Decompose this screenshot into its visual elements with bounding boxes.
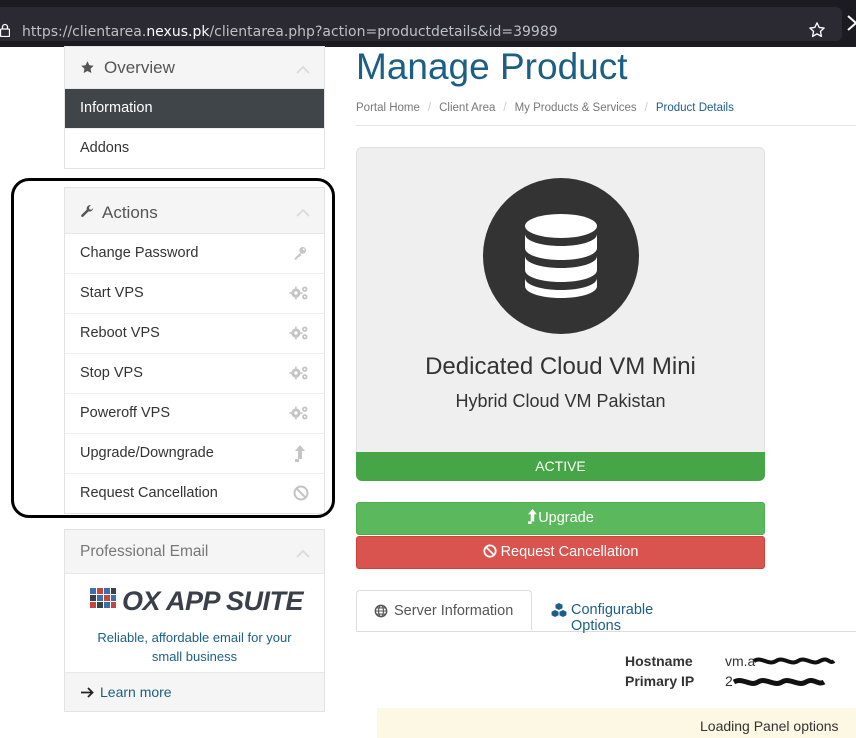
product-name: Dedicated Cloud VM Mini	[425, 353, 696, 380]
cubes-icon	[551, 603, 567, 621]
tab-server-information[interactable]: Server Information	[356, 590, 532, 631]
url-text[interactable]: https://clientarea.nexus.pk/clientarea.p…	[22, 24, 558, 40]
hostname-value: vm.a	[725, 653, 756, 669]
learn-more-label: Learn more	[100, 684, 172, 700]
url-host: nexus.pk	[146, 24, 210, 40]
sidebar-item-label: Addons	[80, 140, 130, 156]
globe-icon	[374, 604, 388, 622]
loading-panel-notice: Loading Panel options	[377, 708, 856, 738]
extension-icon[interactable]	[846, 14, 856, 37]
overview-title: Overview	[104, 58, 175, 77]
primary-ip-label: Primary IP	[625, 673, 695, 689]
breadcrumb-product-details: Product Details	[655, 102, 734, 114]
email-description: Reliable, affordable email for your smal…	[97, 630, 292, 664]
sidebar-item-label: Information	[80, 100, 153, 116]
email-panel-title: Professional Email	[80, 543, 209, 560]
breadcrumb-portal-home[interactable]: Portal Home	[356, 102, 420, 114]
tab-label: Server Information	[394, 603, 514, 619]
database-icon	[483, 178, 639, 334]
chevron-up-icon[interactable]	[296, 545, 310, 563]
page-title: Manage Product	[356, 46, 628, 87]
learn-more-link[interactable]: Learn more	[65, 672, 324, 711]
loading-text: Loading Panel options	[700, 718, 839, 734]
breadcrumb: Portal Home / Client Area / My Products & Se…	[356, 102, 734, 114]
highlight-annotation	[11, 178, 335, 518]
sidebar-item-addons[interactable]: Addons	[65, 129, 324, 168]
product-tabs: Server Information Configurable Options	[356, 590, 856, 634]
hostname-label: Hostname	[625, 653, 693, 669]
email-panel-body: OX APP SUITE Reliable, affordable email …	[65, 574, 324, 672]
lock-icon[interactable]	[0, 23, 11, 42]
ban-icon	[483, 544, 497, 558]
email-panel: Professional Email OX APP SUITE Reliable…	[64, 529, 325, 712]
sidebar-item-information[interactable]: Information	[65, 89, 324, 129]
chevron-up-icon[interactable]	[296, 61, 310, 79]
email-panel-header[interactable]: Professional Email	[65, 530, 324, 574]
url-prefix: https://clientarea.	[22, 24, 147, 40]
star-icon	[80, 60, 95, 80]
redaction-scribble	[752, 657, 836, 665]
divider	[356, 125, 856, 126]
overview-panel-header[interactable]: Overview	[65, 47, 324, 89]
bookmark-star-icon[interactable]	[808, 21, 826, 44]
overview-panel: Overview Information Addons	[64, 46, 325, 169]
ox-app-suite-logo-text: OX APP SUITE	[122, 586, 304, 616]
url-suffix: /clientarea.php?action=productdetails&id…	[209, 24, 558, 40]
upgrade-button[interactable]: Upgrade	[356, 502, 765, 535]
address-bar[interactable]: https://clientarea.nexus.pk/clientarea.p…	[0, 7, 842, 41]
request-cancellation-button[interactable]: Request Cancellation	[356, 536, 765, 569]
product-group: Hybrid Cloud VM Pakistan	[455, 391, 666, 411]
breadcrumb-my-products[interactable]: My Products & Services	[515, 102, 637, 114]
arrow-right-icon	[81, 685, 94, 701]
upgrade-button-label: Upgrade	[538, 510, 594, 526]
browser-toolbar: https://clientarea.nexus.pk/clientarea.p…	[0, 0, 856, 47]
tab-label: Configurable Options	[571, 602, 654, 634]
cancel-button-label: Request Cancellation	[500, 544, 639, 560]
arrow-up-icon	[528, 509, 538, 524]
ox-app-suite-logo-icon	[90, 588, 116, 615]
redaction-scribble	[732, 677, 826, 686]
status-badge: ACTIVE	[356, 452, 765, 481]
breadcrumb-client-area[interactable]: Client Area	[439, 102, 495, 114]
